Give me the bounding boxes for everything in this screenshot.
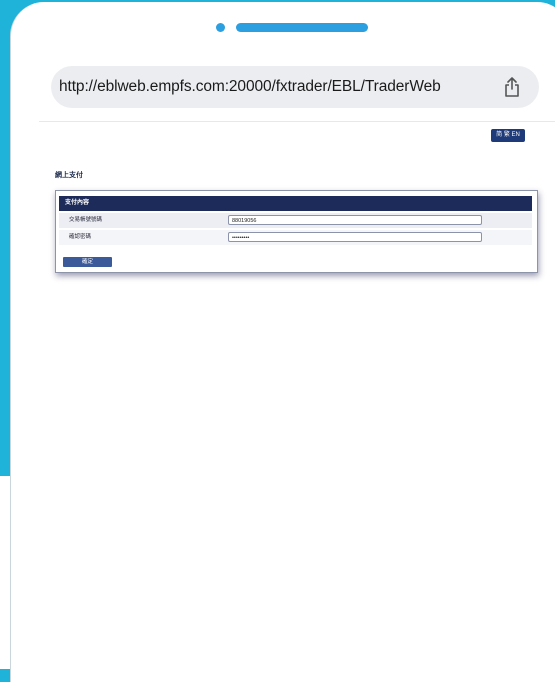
payment-panel: 支付內容 交易帳號號碼 88019056 確認密碼 ••••••••• 確定 — [55, 190, 538, 273]
address-bar[interactable]: http://eblweb.empfs.com:20000/fxtrader/E… — [51, 66, 539, 108]
tablet-device: http://eblweb.empfs.com:20000/fxtrader/E… — [10, 2, 555, 682]
confirm-button[interactable]: 確定 — [63, 257, 112, 267]
camera-dot — [216, 23, 225, 32]
language-switch-button[interactable]: 简 繁 EN — [491, 129, 525, 142]
panel-header: 支付內容 — [59, 196, 532, 211]
address-divider — [39, 121, 555, 122]
account-number-input[interactable]: 88019056 — [228, 215, 482, 225]
confirm-password-row: 確認密碼 ••••••••• — [59, 230, 532, 245]
account-number-label: 交易帳號號碼 — [69, 217, 103, 223]
page-title: 網上支付 — [55, 172, 83, 179]
share-icon[interactable] — [501, 76, 523, 98]
confirm-password-input[interactable]: ••••••••• — [228, 232, 482, 242]
url-text[interactable]: http://eblweb.empfs.com:20000/fxtrader/E… — [59, 66, 441, 108]
account-number-row: 交易帳號號碼 88019056 — [59, 213, 532, 228]
confirm-password-label: 確認密碼 — [69, 234, 92, 240]
speaker-bar — [236, 23, 368, 32]
